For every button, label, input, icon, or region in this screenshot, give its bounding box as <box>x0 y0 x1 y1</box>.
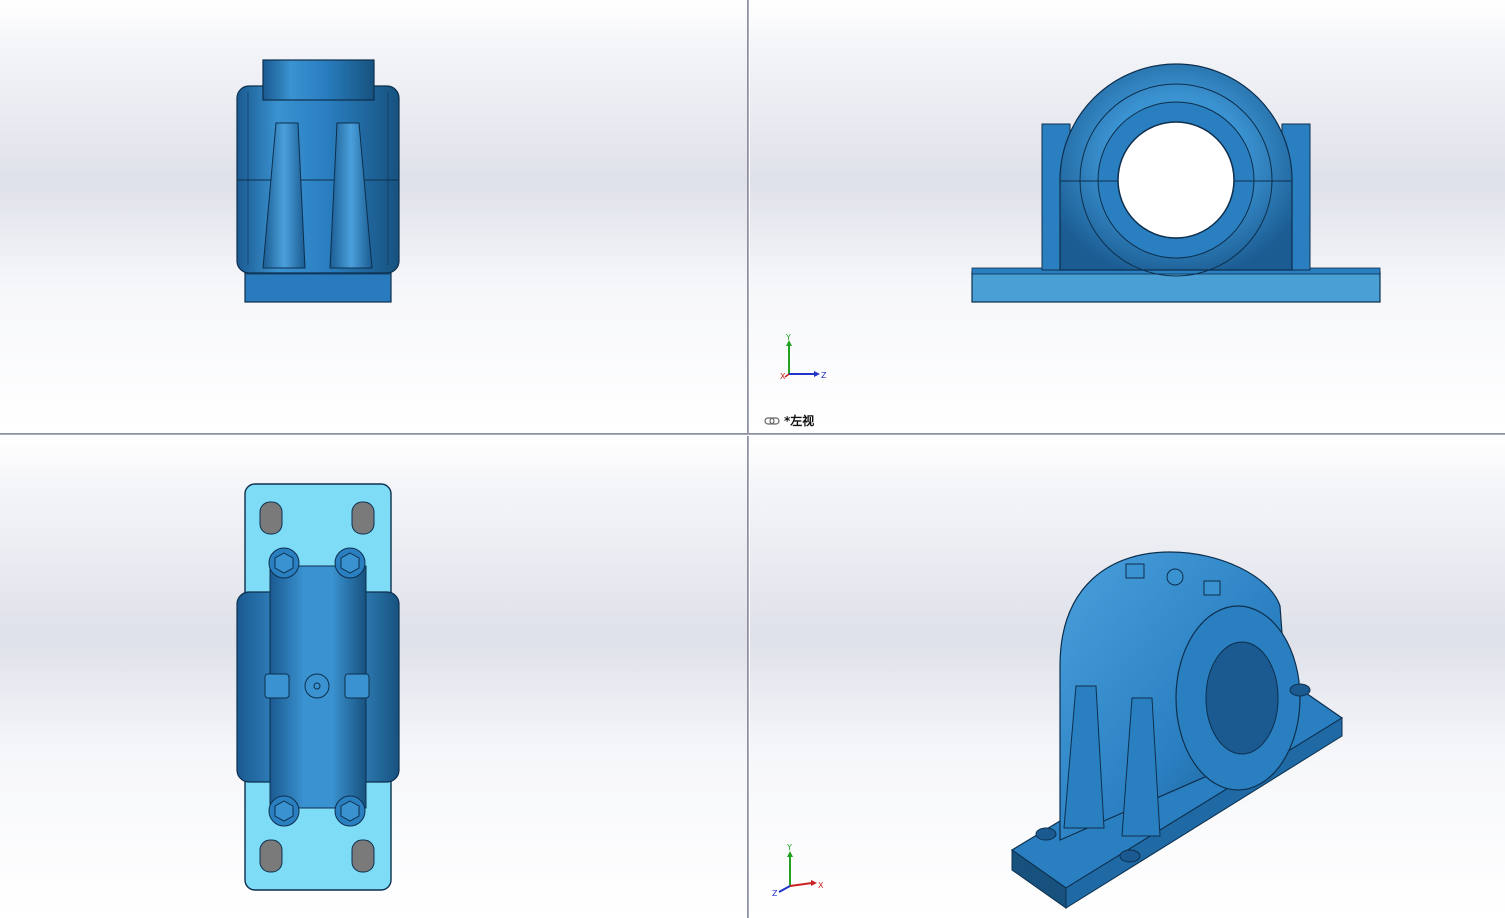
isometric-view-model <box>1010 551 1344 909</box>
triad-y-label: Y <box>785 333 791 342</box>
triad-x-label: X <box>818 881 824 890</box>
view-name-label: *左视 <box>764 412 814 429</box>
view-triad: Y Z X <box>780 333 827 380</box>
view-name-text: *左视 <box>784 414 815 428</box>
graphics-area[interactable]: Y Z X *左视 Y X Z <box>0 0 1505 918</box>
viewport-left[interactable]: Y Z X *左视 <box>750 0 1505 433</box>
viewport-splitter-horizontal[interactable] <box>0 433 1505 436</box>
triad-y-label: Y <box>786 843 792 852</box>
link-icon <box>764 416 780 425</box>
front-view-model <box>236 59 400 303</box>
viewport-splitter-vertical[interactable] <box>747 0 750 918</box>
triad-x-label: X <box>780 372 786 380</box>
triad-z-label: Z <box>772 889 778 898</box>
viewport-isometric[interactable]: Y X Z <box>750 436 1505 918</box>
top-view-model <box>236 483 400 891</box>
viewport-top[interactable] <box>0 436 747 918</box>
viewport-front[interactable] <box>0 0 747 433</box>
left-view-model <box>971 63 1381 303</box>
triad-z-label: Z <box>821 371 827 380</box>
view-triad: Y X Z <box>772 843 824 898</box>
